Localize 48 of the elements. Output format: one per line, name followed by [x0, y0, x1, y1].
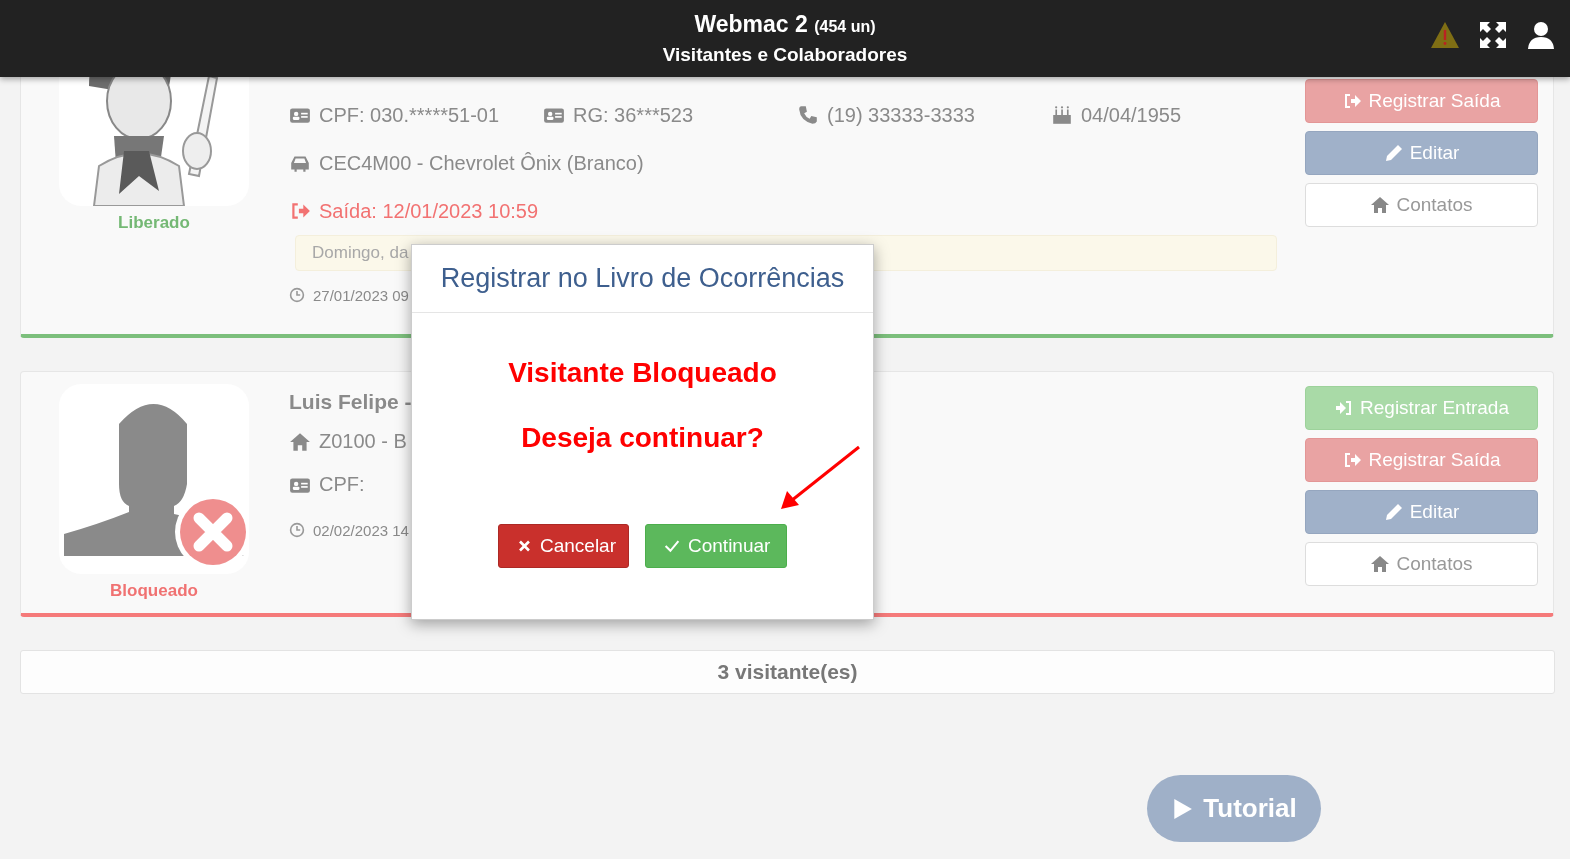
blocked-user-icon	[59, 384, 249, 574]
app-title: Webmac 2 (454 un)	[693, 11, 877, 38]
confirm-button[interactable]: Continuar	[645, 524, 787, 568]
status-label: Liberado	[118, 213, 190, 233]
edit-button[interactable]: Editar	[1305, 131, 1538, 175]
check-icon	[664, 538, 680, 554]
visitor-count: 3 visitante(es)	[717, 660, 858, 684]
user-icon[interactable]	[1526, 20, 1556, 50]
info-text: CPF:	[319, 473, 365, 496]
contacts-button[interactable]: Contatos	[1305, 542, 1538, 586]
info-text: CEC4M00 - Chevrolet Ônix (Branco)	[319, 151, 644, 175]
close-icon	[517, 538, 532, 554]
phone-icon	[797, 104, 819, 126]
house-icon	[1370, 554, 1391, 574]
clock-icon	[289, 287, 305, 303]
info-text: Z0100 - B	[319, 430, 407, 453]
cake-icon	[1051, 104, 1073, 126]
exit-icon	[1342, 450, 1363, 470]
pencil-icon	[1383, 143, 1404, 163]
exit-time: Saída: 12/01/2023 10:59	[319, 199, 539, 223]
warning-message: Deseja continuar?	[521, 422, 764, 455]
exit-button[interactable]: Registrar Saída	[1305, 438, 1538, 482]
info-text: CPF: 030.*****51-01	[319, 103, 500, 127]
page-title: Visitantes e Colaboradores	[662, 44, 908, 66]
house-icon	[1370, 195, 1391, 215]
info-text: (19) 33333-3333	[827, 103, 975, 127]
fullscreen-icon[interactable]	[1478, 20, 1508, 50]
timestamp: 27/01/2023 09	[313, 286, 409, 304]
entry-button[interactable]: Registrar Entrada	[1305, 386, 1538, 430]
contacts-button[interactable]: Contatos	[1305, 183, 1538, 227]
status-label: Bloqueado	[110, 581, 198, 601]
warning-message: Visitante Bloqueado	[508, 357, 777, 390]
cancel-button[interactable]: Cancelar	[498, 524, 629, 568]
dialog-title: Registrar no Livro de Ocorrências	[440, 263, 845, 294]
exit-icon	[1342, 91, 1363, 111]
exit-icon	[289, 200, 311, 222]
visitor-name: Luis Felipe -	[289, 390, 413, 414]
clock-icon	[289, 522, 305, 538]
edit-button[interactable]: Editar	[1305, 490, 1538, 534]
info-text: RG: 36***523	[573, 103, 694, 127]
warning-icon[interactable]	[1430, 20, 1460, 50]
pencil-icon	[1383, 502, 1404, 522]
info-text: 04/04/1955	[1081, 103, 1182, 127]
exit-button[interactable]: Registrar Saída	[1305, 79, 1538, 123]
tutorial-button[interactable]: Tutorial	[1147, 775, 1321, 842]
play-icon	[1171, 797, 1194, 820]
note-text: Domingo, da	[312, 243, 409, 263]
timestamp: 02/02/2023 14	[313, 521, 409, 539]
